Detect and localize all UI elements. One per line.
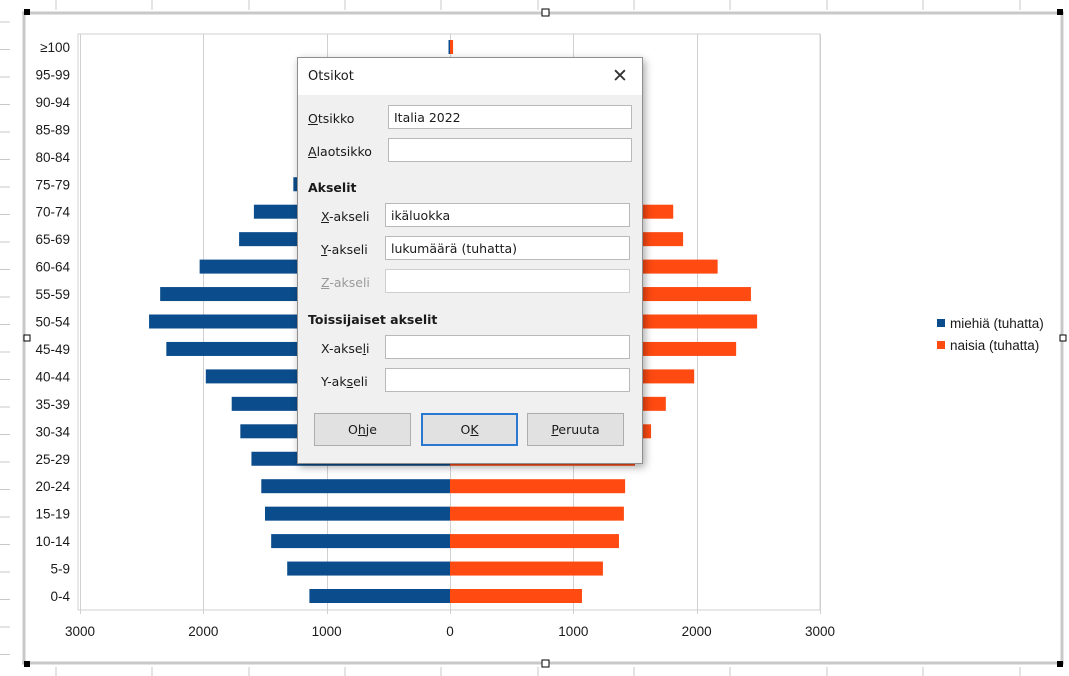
secondary-axes-header: Toissijaiset akselit	[308, 312, 438, 327]
z-axis-label: Z-akseli	[321, 275, 370, 290]
category-label: 50-54	[35, 315, 70, 330]
category-label: 60-64	[35, 260, 70, 275]
legend-label: naisia (tuhatta)	[950, 338, 1039, 353]
bar-naisia-20-24	[450, 479, 626, 494]
secondary-x-axis-label: X-akseli	[321, 341, 370, 356]
subtitle-label: Alaotsikko	[308, 144, 372, 159]
dialog-titlebar[interactable]: Otsikot ✕	[298, 58, 642, 95]
title-input[interactable]	[388, 105, 632, 129]
titles-dialog[interactable]: Otsikot ✕ Otsikko Alaotsikko Akselit X-a…	[297, 57, 643, 464]
x-tick-label: 2000	[188, 624, 218, 639]
x-tick-label: 3000	[805, 624, 835, 639]
cancel-button[interactable]: Peruuta	[527, 413, 624, 446]
secondary-x-axis-input[interactable]	[385, 335, 630, 359]
y-axis-label: Y-akseli	[321, 242, 368, 257]
bar-miehia-5-9	[287, 561, 450, 576]
legend-swatch	[937, 319, 945, 327]
category-label: 45-49	[35, 342, 70, 357]
ok-button[interactable]: OK	[421, 413, 518, 446]
axes-header: Akselit	[308, 180, 357, 195]
bar-naisia-0-4	[450, 589, 582, 603]
bar-naisia-≥100	[450, 40, 454, 54]
secondary-y-axis-input[interactable]	[385, 368, 630, 392]
x-axis-input[interactable]	[385, 203, 630, 227]
title-label: Otsikko	[308, 111, 355, 126]
legend-swatch	[937, 341, 945, 349]
category-label: 70-74	[35, 205, 70, 220]
category-label: 15-19	[35, 507, 70, 522]
bar-miehia-15-19	[265, 506, 450, 521]
x-tick-label: 2000	[682, 624, 712, 639]
x-axis-label: X-akseli	[321, 209, 370, 224]
category-label: 35-39	[35, 397, 70, 412]
x-tick-label: 3000	[65, 624, 95, 639]
category-label: 65-69	[35, 232, 70, 247]
category-label: 40-44	[35, 369, 70, 384]
secondary-y-axis-label: Y-akseli	[321, 374, 368, 389]
category-label: 90-94	[35, 95, 70, 110]
y-axis-input[interactable]	[385, 236, 630, 260]
category-label: 80-84	[35, 150, 70, 165]
category-label: 10-14	[35, 534, 70, 549]
category-label: 20-24	[35, 479, 70, 494]
category-label: 25-29	[35, 452, 70, 467]
bar-miehia-10-14	[271, 534, 450, 549]
category-labels: 0-4 5-9 10-14 15-19 20-24 25-29 30-34 35-39 40-4…	[35, 40, 70, 604]
bar-miehia-≥100	[448, 40, 451, 54]
bar-naisia-10-14	[450, 534, 619, 549]
dialog-title: Otsikot	[308, 69, 354, 84]
x-tick-label: 0	[446, 624, 454, 639]
close-icon[interactable]: ✕	[608, 64, 632, 88]
category-label: ≥100	[40, 40, 70, 55]
z-axis-input[interactable]	[385, 269, 630, 293]
category-label: 75-79	[35, 177, 70, 192]
subtitle-input[interactable]	[388, 138, 632, 162]
bar-naisia-15-19	[450, 506, 624, 521]
category-label: 85-89	[35, 122, 70, 137]
bar-miehia-20-24	[261, 479, 450, 494]
legend-label: miehiä (tuhatta)	[950, 316, 1044, 331]
bar-miehia-0-4	[309, 589, 450, 603]
bar-naisia-5-9	[450, 561, 603, 576]
category-label: 5-9	[50, 562, 70, 577]
x-tick-label: 1000	[558, 624, 588, 639]
category-label: 55-59	[35, 287, 70, 302]
category-label: 30-34	[35, 424, 70, 439]
help-button[interactable]: Ohje	[314, 413, 411, 446]
x-tick-label: 1000	[312, 624, 342, 639]
category-label: 95-99	[35, 67, 70, 82]
category-label: 0-4	[50, 589, 70, 604]
